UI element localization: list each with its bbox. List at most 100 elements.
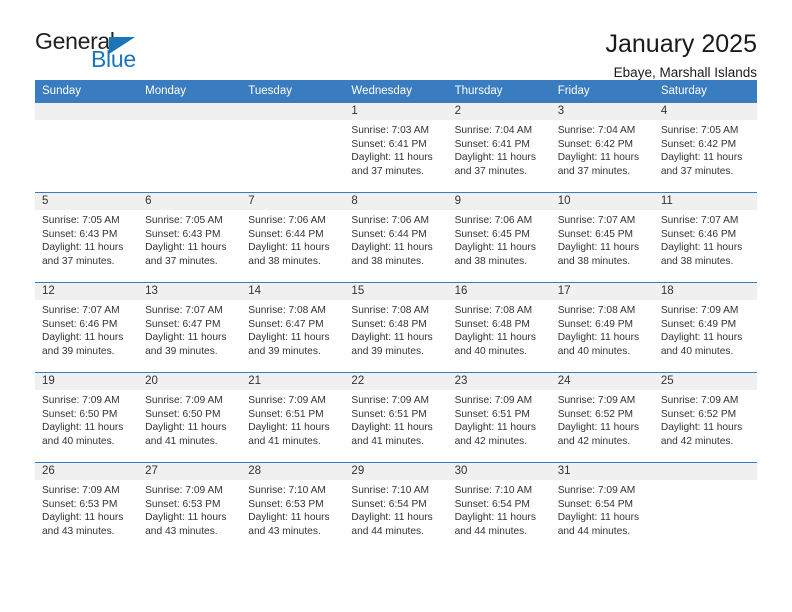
day-details: Sunrise: 7:09 AM Sunset: 6:53 PM Daylight:… xyxy=(138,480,241,538)
sunrise-text: Sunrise: 7:08 AM xyxy=(454,305,533,316)
day-details: Sunrise: 7:09 AM Sunset: 6:53 PM Daylight:… xyxy=(35,480,138,538)
day-cell[interactable]: 1 Sunrise: 7:03 AM Sunset: 6:41 PM Daylight… xyxy=(344,102,448,193)
weekday-header-sunday: Sunday xyxy=(35,80,139,103)
day-cell[interactable]: 26 Sunrise: 7:09 AM Sunset: 6:53 PM Dayligh… xyxy=(35,462,139,553)
daylight-text-line1: Daylight: 11 hours xyxy=(660,332,743,344)
sunset-text: Sunset: 6:44 PM xyxy=(351,228,427,240)
sunset-text: Sunset: 6:41 PM xyxy=(351,138,427,150)
day-number xyxy=(138,103,242,120)
daylight-text-line2: and 40 minutes. xyxy=(42,435,115,447)
day-details: Sunrise: 7:09 AM Sunset: 6:51 PM Daylight:… xyxy=(344,390,447,448)
day-cell[interactable]: 24 Sunrise: 7:09 AM Sunset: 6:52 PM Dayligh… xyxy=(550,372,654,463)
day-cell[interactable] xyxy=(241,102,345,193)
sunset-text: Sunset: 6:47 PM xyxy=(248,318,324,330)
daylight-text-line2: and 38 minutes. xyxy=(660,255,734,267)
day-number: 7 xyxy=(241,193,345,210)
daylight-text-line2: and 37 minutes. xyxy=(660,165,734,177)
daylight-text-line1: Daylight: 11 hours xyxy=(557,512,640,524)
daylight-text-line1: Daylight: 11 hours xyxy=(557,332,640,344)
day-cell[interactable]: 18 Sunrise: 7:09 AM Sunset: 6:49 PM Dayligh… xyxy=(653,282,757,373)
day-cell[interactable]: 27 Sunrise: 7:09 AM Sunset: 6:53 PM Dayligh… xyxy=(138,462,242,553)
sunset-text: Sunset: 6:51 PM xyxy=(248,408,324,420)
sunset-text: Sunset: 6:43 PM xyxy=(42,228,118,240)
day-cell[interactable]: 4 Sunrise: 7:05 AM Sunset: 6:42 PM Daylight… xyxy=(653,102,757,193)
day-cell[interactable]: 25 Sunrise: 7:09 AM Sunset: 6:52 PM Dayligh… xyxy=(653,372,757,463)
sunset-text: Sunset: 6:52 PM xyxy=(660,408,737,420)
sunrise-text: Sunrise: 7:10 AM xyxy=(248,485,326,496)
daylight-text-line1: Daylight: 11 hours xyxy=(660,242,743,254)
sunrise-text: Sunrise: 7:06 AM xyxy=(454,215,533,226)
daylight-text-line1: Daylight: 11 hours xyxy=(248,422,330,434)
day-cell[interactable] xyxy=(35,102,139,193)
day-cell[interactable] xyxy=(138,102,242,193)
calendar-page: General Blue January 2025 Ebaye, Marshal… xyxy=(0,0,792,612)
day-details: Sunrise: 7:05 AM Sunset: 6:42 PM Daylight:… xyxy=(654,120,757,178)
sunrise-text: Sunrise: 7:09 AM xyxy=(145,485,223,496)
day-cell[interactable]: 9 Sunrise: 7:06 AM Sunset: 6:45 PM Daylight… xyxy=(447,192,551,283)
day-cell[interactable]: 13 Sunrise: 7:07 AM Sunset: 6:47 PM Dayligh… xyxy=(138,282,242,373)
sunrise-text: Sunrise: 7:07 AM xyxy=(145,305,223,316)
day-cell[interactable]: 2 Sunrise: 7:04 AM Sunset: 6:41 PM Daylight… xyxy=(447,102,551,193)
day-number: 19 xyxy=(35,373,139,390)
day-cell[interactable]: 21 Sunrise: 7:09 AM Sunset: 6:51 PM Dayligh… xyxy=(241,372,345,463)
day-number: 29 xyxy=(344,463,448,480)
day-cell[interactable]: 14 Sunrise: 7:08 AM Sunset: 6:47 PM Dayligh… xyxy=(241,282,345,373)
daylight-text-line2: and 44 minutes. xyxy=(351,525,424,537)
daylight-text-line2: and 43 minutes. xyxy=(248,525,321,537)
day-cell[interactable]: 12 Sunrise: 7:07 AM Sunset: 6:46 PM Dayligh… xyxy=(35,282,139,373)
day-number xyxy=(241,103,345,120)
day-details: Sunrise: 7:10 AM Sunset: 6:53 PM Daylight:… xyxy=(241,480,344,538)
day-cell[interactable]: 5 Sunrise: 7:05 AM Sunset: 6:43 PM Daylight… xyxy=(35,192,139,283)
sunrise-text: Sunrise: 7:09 AM xyxy=(557,485,636,496)
day-cell[interactable]: 30 Sunrise: 7:10 AM Sunset: 6:54 PM Dayligh… xyxy=(447,462,551,553)
day-cell[interactable]: 6 Sunrise: 7:05 AM Sunset: 6:43 PM Daylight… xyxy=(138,192,242,283)
day-cell[interactable]: 28 Sunrise: 7:10 AM Sunset: 6:53 PM Dayligh… xyxy=(241,462,345,553)
day-cell[interactable] xyxy=(653,462,757,553)
day-cell[interactable]: 7 Sunrise: 7:06 AM Sunset: 6:44 PM Daylight… xyxy=(241,192,345,283)
sunrise-text: Sunrise: 7:10 AM xyxy=(454,485,533,496)
day-cell[interactable]: 8 Sunrise: 7:06 AM Sunset: 6:44 PM Daylight… xyxy=(344,192,448,283)
sunset-text: Sunset: 6:42 PM xyxy=(660,138,737,150)
sunrise-text: Sunrise: 7:07 AM xyxy=(557,215,636,226)
sunset-text: Sunset: 6:53 PM xyxy=(145,498,221,510)
day-cell[interactable]: 20 Sunrise: 7:09 AM Sunset: 6:50 PM Dayligh… xyxy=(138,372,242,463)
day-details: Sunrise: 7:03 AM Sunset: 6:41 PM Daylight:… xyxy=(344,120,447,178)
daylight-text-line1: Daylight: 11 hours xyxy=(351,242,433,254)
daylight-text-line1: Daylight: 11 hours xyxy=(454,332,536,344)
day-cell[interactable]: 31 Sunrise: 7:09 AM Sunset: 6:54 PM Dayligh… xyxy=(550,462,654,553)
title-block: January 2025 Ebaye, Marshall Islands xyxy=(605,28,757,80)
day-number: 21 xyxy=(241,373,345,390)
weekday-header-tuesday: Tuesday xyxy=(241,80,345,103)
daylight-text-line2: and 42 minutes. xyxy=(557,435,631,447)
daylight-text-line2: and 42 minutes. xyxy=(660,435,734,447)
daylight-text-line2: and 37 minutes. xyxy=(557,165,631,177)
weekday-header-wednesday: Wednesday xyxy=(344,80,448,103)
day-number: 14 xyxy=(241,283,345,300)
day-cell[interactable]: 23 Sunrise: 7:09 AM Sunset: 6:51 PM Dayligh… xyxy=(447,372,551,463)
day-cell[interactable]: 17 Sunrise: 7:08 AM Sunset: 6:49 PM Dayligh… xyxy=(550,282,654,373)
day-details: Sunrise: 7:09 AM Sunset: 6:51 PM Daylight:… xyxy=(448,390,551,448)
daylight-text-line1: Daylight: 11 hours xyxy=(351,332,433,344)
day-cell[interactable]: 15 Sunrise: 7:08 AM Sunset: 6:48 PM Dayligh… xyxy=(344,282,448,373)
day-details: Sunrise: 7:07 AM Sunset: 6:47 PM Daylight:… xyxy=(138,300,241,358)
day-cell[interactable]: 16 Sunrise: 7:08 AM Sunset: 6:48 PM Dayligh… xyxy=(447,282,551,373)
day-cell[interactable]: 29 Sunrise: 7:10 AM Sunset: 6:54 PM Dayligh… xyxy=(344,462,448,553)
day-cell[interactable]: 19 Sunrise: 7:09 AM Sunset: 6:50 PM Dayligh… xyxy=(35,372,139,463)
day-number: 24 xyxy=(550,373,654,390)
general-blue-logo[interactable]: General Blue xyxy=(35,28,165,74)
daylight-text-line1: Daylight: 11 hours xyxy=(351,512,433,524)
sunset-text: Sunset: 6:51 PM xyxy=(351,408,427,420)
day-details: Sunrise: 7:09 AM Sunset: 6:49 PM Daylight:… xyxy=(654,300,757,358)
day-details: Sunrise: 7:09 AM Sunset: 6:50 PM Daylight:… xyxy=(138,390,241,448)
daylight-text-line1: Daylight: 11 hours xyxy=(351,152,433,164)
day-cell[interactable]: 11 Sunrise: 7:07 AM Sunset: 6:46 PM Dayligh… xyxy=(653,192,757,283)
day-cell[interactable]: 22 Sunrise: 7:09 AM Sunset: 6:51 PM Dayligh… xyxy=(344,372,448,463)
day-number: 2 xyxy=(447,103,551,120)
sunset-text: Sunset: 6:44 PM xyxy=(248,228,324,240)
day-details: Sunrise: 7:08 AM Sunset: 6:49 PM Daylight:… xyxy=(551,300,654,358)
daylight-text-line2: and 38 minutes. xyxy=(454,255,528,267)
day-cell[interactable]: 3 Sunrise: 7:04 AM Sunset: 6:42 PM Daylight… xyxy=(550,102,654,193)
sunset-text: Sunset: 6:53 PM xyxy=(42,498,118,510)
day-number: 22 xyxy=(344,373,448,390)
day-cell[interactable]: 10 Sunrise: 7:07 AM Sunset: 6:45 PM Dayligh… xyxy=(550,192,654,283)
